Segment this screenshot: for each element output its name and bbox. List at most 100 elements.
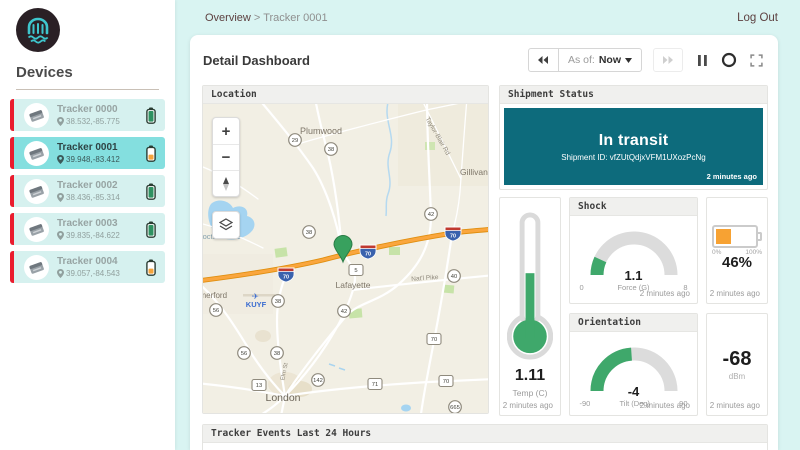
location-pin-icon (57, 269, 64, 279)
route-shield: 29 (288, 133, 302, 147)
map-zoom-in-button[interactable]: + (213, 118, 239, 144)
battery-updated: 2 minutes ago (709, 289, 760, 298)
alert-bar (10, 175, 14, 207)
battery-min: 0% (712, 249, 722, 256)
route-shield: 665 (448, 400, 462, 413)
temperature-updated: 2 minutes ago (502, 401, 553, 410)
as-of-prefix: As of: (567, 54, 595, 66)
orientation-panel-header: Orientation (570, 314, 697, 332)
device-card-tracker-0002[interactable]: Tracker 0002 38.436,-85.314 (10, 175, 165, 207)
tracker-device-icon (29, 147, 44, 160)
svg-text:29: 29 (292, 138, 298, 144)
fullscreen-button[interactable] (748, 51, 764, 69)
device-card-tracker-0003[interactable]: Tracker 0003 39.835,-84.622 (10, 213, 165, 245)
location-panel-header: Location (203, 86, 488, 104)
device-avatar (24, 102, 49, 128)
device-coords: 39.948,-83.412 (66, 155, 120, 165)
svg-text:56: 56 (213, 308, 219, 314)
device-name: Tracker 0002 (57, 179, 118, 191)
svg-text:56: 56 (241, 351, 247, 357)
route-shield: 38 (270, 346, 284, 360)
breadcrumb-current: Tracker 0001 (263, 11, 328, 24)
map[interactable]: PlumwoodGillivanChoctaw LakeLafayetteNat… (203, 104, 488, 413)
svg-text:42: 42 (341, 309, 347, 315)
shipment-panel-header: Shipment Status (500, 86, 767, 104)
device-card-tracker-0004[interactable]: Tracker 0004 39.057,-84.543 (10, 251, 165, 283)
route-shield: 5 (348, 263, 364, 277)
compass-needle-icon (223, 176, 229, 191)
svg-text:665: 665 (450, 405, 460, 411)
tracker-events-header: Tracker Events Last 24 Hours (203, 425, 767, 443)
map-zoom-out-button[interactable]: − (213, 144, 239, 170)
breadcrumb: Overview > Tracker 0001 (205, 12, 328, 24)
device-card-tracker-0001[interactable]: Tracker 0001 39.948,-83.412 (10, 137, 165, 169)
tracker-device-icon (29, 185, 44, 198)
alert-bar (10, 213, 14, 245)
sidebar-divider (16, 89, 159, 90)
svg-text:71: 71 (372, 382, 378, 388)
device-avatar (24, 254, 49, 280)
map-canvas[interactable]: PlumwoodGillivanChoctaw LakeLafayetteNat… (203, 104, 488, 413)
location-pin-icon (57, 231, 64, 241)
app-logo-icon (16, 8, 60, 52)
device-coords: 38.532,-85.775 (66, 117, 120, 127)
device-name: Tracker 0003 (57, 217, 118, 229)
device-coords: 39.835,-84.622 (66, 231, 120, 241)
alert-bar (10, 99, 14, 131)
chevron-down-icon (625, 57, 632, 63)
route-shield: 40 (447, 269, 461, 283)
shipment-status-value: In transit (598, 131, 669, 149)
rewind-icon (538, 56, 549, 64)
svg-text:70: 70 (443, 379, 449, 385)
refresh-spinner-button[interactable] (721, 51, 737, 69)
route-shield: 70 (277, 267, 295, 283)
breadcrumb-overview-link[interactable]: Overview (205, 12, 251, 24)
device-card-tracker-0000[interactable]: Tracker 0000 38.532,-85.775 (10, 99, 165, 131)
tracker-device-icon (29, 109, 44, 122)
map-compass-button[interactable] (213, 170, 239, 196)
device-avatar (24, 178, 49, 204)
rewind-button[interactable] (529, 49, 559, 71)
route-shield: 38 (302, 225, 316, 239)
pause-button[interactable] (694, 51, 710, 69)
map-label: Summerford (203, 291, 227, 300)
shock-panel: Shock 1.1 0 Force (G) 8 2 minutes ago (569, 197, 698, 304)
device-coords: 38.436,-85.314 (66, 193, 120, 203)
route-shield: 42 (337, 304, 351, 318)
svg-text:13: 13 (256, 383, 262, 389)
sidebar-title: Devices (16, 64, 73, 81)
as-of-dropdown[interactable]: As of: Now (559, 49, 641, 71)
battery-panel: 0% 100% 46% 2 minutes ago (706, 197, 768, 304)
orientation-updated: 2 minutes ago (639, 401, 690, 410)
dashboard-header: Detail Dashboard As of: Now (190, 35, 778, 85)
orientation-gauge: -4 (584, 341, 684, 399)
route-shield: 13 (251, 378, 267, 392)
signal-label: dBm (728, 372, 746, 381)
alert-bar (10, 137, 14, 169)
top-bar: Overview > Tracker 0001 Log Out (175, 0, 800, 35)
route-shield: 56 (209, 303, 223, 317)
svg-text:38: 38 (275, 299, 281, 305)
forward-button[interactable] (653, 48, 683, 72)
signal-updated: 2 minutes ago (709, 401, 760, 410)
map-layers-button[interactable] (212, 211, 240, 239)
route-shield: 70 (426, 332, 442, 346)
logout-button[interactable]: Log Out (737, 12, 778, 24)
alert-bar (10, 251, 14, 283)
device-avatar (24, 140, 49, 166)
shock-min: 0 (579, 283, 584, 292)
thermometer-gauge (507, 212, 553, 360)
as-of-value: Now (598, 54, 621, 66)
route-shield: 42 (424, 207, 438, 221)
map-label: Plumwood (300, 126, 342, 136)
battery-large-icon (712, 225, 762, 248)
tracker-events-panel: Tracker Events Last 24 Hours (202, 424, 768, 450)
battery-icon (146, 183, 156, 200)
shock-updated: 2 minutes ago (639, 289, 690, 298)
orientation-min: -90 (579, 399, 591, 408)
breadcrumb-separator: > (253, 11, 261, 24)
device-avatar (24, 216, 49, 242)
svg-text:142: 142 (313, 378, 323, 384)
layers-icon (219, 218, 233, 231)
page-title: Detail Dashboard (203, 52, 310, 68)
